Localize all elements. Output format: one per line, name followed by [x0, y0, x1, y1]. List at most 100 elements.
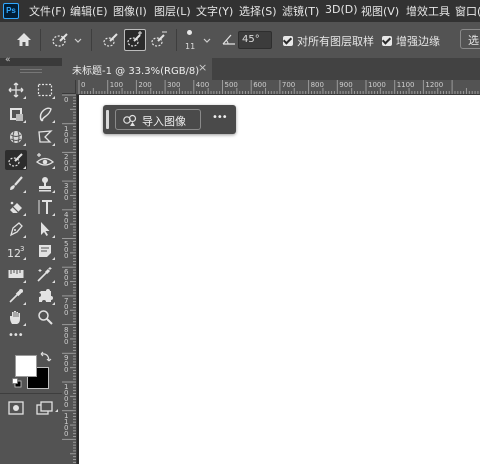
ruler-label: 200: [138, 81, 152, 89]
quick-selection-tool[interactable]: [5, 150, 27, 170]
angle-input[interactable]: 45°: [238, 31, 272, 49]
object-selection-tool[interactable]: [5, 127, 27, 147]
ruler-icon: [8, 270, 24, 278]
polygonal-lasso-tool[interactable]: [34, 127, 56, 147]
tool-group-indicator: [52, 302, 55, 305]
menu-filter[interactable]: 滤镜(T): [282, 3, 319, 19]
ruler-label: 1100: [396, 81, 415, 89]
note-icon: [39, 245, 51, 257]
home-icon[interactable]: [16, 32, 32, 47]
ruler-label: 400: [64, 210, 69, 231]
hand-tool[interactable]: [5, 307, 27, 327]
close-tab-icon[interactable]: ×: [198, 61, 207, 74]
more-tools-icon[interactable]: •••: [8, 330, 24, 341]
enhance-edge-checkbox[interactable]: [382, 36, 392, 46]
ruler-label: 400: [195, 81, 210, 89]
chevron-down-icon[interactable]: [74, 38, 82, 44]
eraser-tool[interactable]: [5, 197, 27, 217]
tool-preset-picker-icon[interactable]: [51, 32, 69, 48]
brush-tool[interactable]: [5, 174, 27, 194]
sphere-icon: [10, 131, 22, 143]
photoshop-logo-icon[interactable]: Ps: [3, 3, 19, 19]
menu-type[interactable]: 文字(Y): [196, 3, 233, 19]
swap-colors-icon[interactable]: [40, 351, 52, 363]
ruler-label: 300: [167, 81, 181, 89]
ruler-label: 100: [64, 124, 69, 145]
screen-mode-icon[interactable]: [36, 400, 54, 416]
chevron-down-icon[interactable]: [203, 38, 211, 44]
sample-all-layers-checkbox[interactable]: [283, 36, 293, 46]
document-tab[interactable]: 未标题-1 @ 33.3%(RGB/8) ×: [62, 58, 212, 80]
menu-file[interactable]: 文件(F): [29, 3, 66, 19]
ruler-label: 1200: [425, 81, 444, 89]
tool-group-indicator: [52, 166, 55, 169]
collapse-panel-icon[interactable]: «: [5, 55, 11, 65]
tool-group-indicator: [23, 280, 26, 283]
type-tool[interactable]: [34, 197, 56, 217]
import-image-label: 导入图像: [142, 115, 186, 128]
menu-view[interactable]: 视图(V): [361, 3, 399, 19]
document-canvas[interactable]: [79, 95, 480, 464]
tool-group-indicator: [23, 257, 26, 260]
toolbar-grip[interactable]: [20, 69, 42, 73]
move-tool[interactable]: [5, 80, 27, 100]
options-divider: [91, 29, 92, 51]
tool-group-indicator: [23, 302, 26, 305]
frame-icon: [10, 108, 23, 121]
quick-select-subtract-icon: [151, 31, 167, 47]
default-colors-icon[interactable]: [12, 378, 22, 388]
menu-layer[interactable]: 图层(L): [154, 3, 191, 19]
clone-stamp-tool[interactable]: [34, 174, 56, 194]
menu-select[interactable]: 选择(S): [239, 3, 277, 19]
lasso-tool[interactable]: [34, 104, 56, 124]
toolbar-divider: [0, 393, 62, 394]
ruler-label: 600: [253, 81, 267, 89]
zoom-tool[interactable]: [34, 307, 56, 327]
eyedropper-tool[interactable]: [5, 286, 27, 306]
foreground-color-swatch[interactable]: [15, 355, 37, 377]
color-sampler-tool[interactable]: [34, 264, 56, 284]
ruler-label: 200: [64, 153, 69, 174]
red-eye-tool[interactable]: [34, 150, 56, 170]
count-tool[interactable]: 12 3: [5, 241, 27, 261]
quick-select-new-icon: [103, 33, 118, 47]
horizontal-ruler[interactable]: 0 100 200 300 400 500 600 700 800 900 1000 1100 1200: [62, 80, 480, 95]
marquee-tool[interactable]: [34, 80, 56, 100]
ruler-label: 500: [224, 81, 238, 89]
select-subject-button[interactable]: 选: [460, 29, 480, 49]
import-image-button[interactable]: 导入图像: [115, 109, 201, 130]
ruler-origin[interactable]: [62, 80, 76, 94]
artboard-frame-tool[interactable]: [5, 104, 27, 124]
menu-image[interactable]: 图像(I): [113, 3, 147, 19]
eyedropper-icon: [9, 289, 23, 303]
ruler-label: 500: [64, 239, 69, 260]
menu-window[interactable]: 窗口(: [455, 3, 480, 19]
path-selection-tool[interactable]: [34, 219, 56, 239]
ruler-tool[interactable]: [5, 264, 27, 284]
tool-group-indicator: [23, 190, 26, 193]
tool-group-indicator: [23, 120, 26, 123]
add-to-selection-button[interactable]: [124, 29, 146, 51]
ruler-label: 1000: [368, 81, 386, 89]
stamp-icon: [39, 177, 51, 192]
custom-shape-tool[interactable]: [34, 286, 56, 306]
document-tab-title: 未标题-1 @ 33.3%(RGB/8): [72, 66, 200, 77]
task-bar-drag-handle[interactable]: [106, 110, 109, 129]
menu-3d[interactable]: 3D(D): [325, 3, 358, 16]
note-tool[interactable]: [34, 241, 56, 261]
pen-tool[interactable]: [5, 219, 27, 239]
tool-group-indicator: [55, 409, 58, 412]
tool-group-indicator: [23, 235, 26, 238]
menu-bar: Ps 文件(F) 编辑(E) 图像(I) 图层(L) 文字(Y) 选择(S) 滤…: [0, 0, 480, 22]
options-divider: [176, 29, 177, 51]
subtract-from-selection-button[interactable]: [148, 29, 170, 51]
ruler-label: 100: [109, 81, 124, 89]
tool-group-indicator: [52, 280, 55, 283]
brush-tip-icon[interactable]: [187, 30, 192, 35]
more-options-icon[interactable]: •••: [212, 112, 228, 123]
new-selection-button[interactable]: [100, 29, 122, 51]
menu-plugins[interactable]: 增效工具: [406, 3, 450, 19]
quick-mask-icon[interactable]: [8, 401, 24, 415]
menu-edit[interactable]: 编辑(E): [70, 3, 108, 19]
vertical-ruler[interactable]: 0 100 200 300 400 500 600 700 800 900 1000 1100: [62, 94, 77, 464]
